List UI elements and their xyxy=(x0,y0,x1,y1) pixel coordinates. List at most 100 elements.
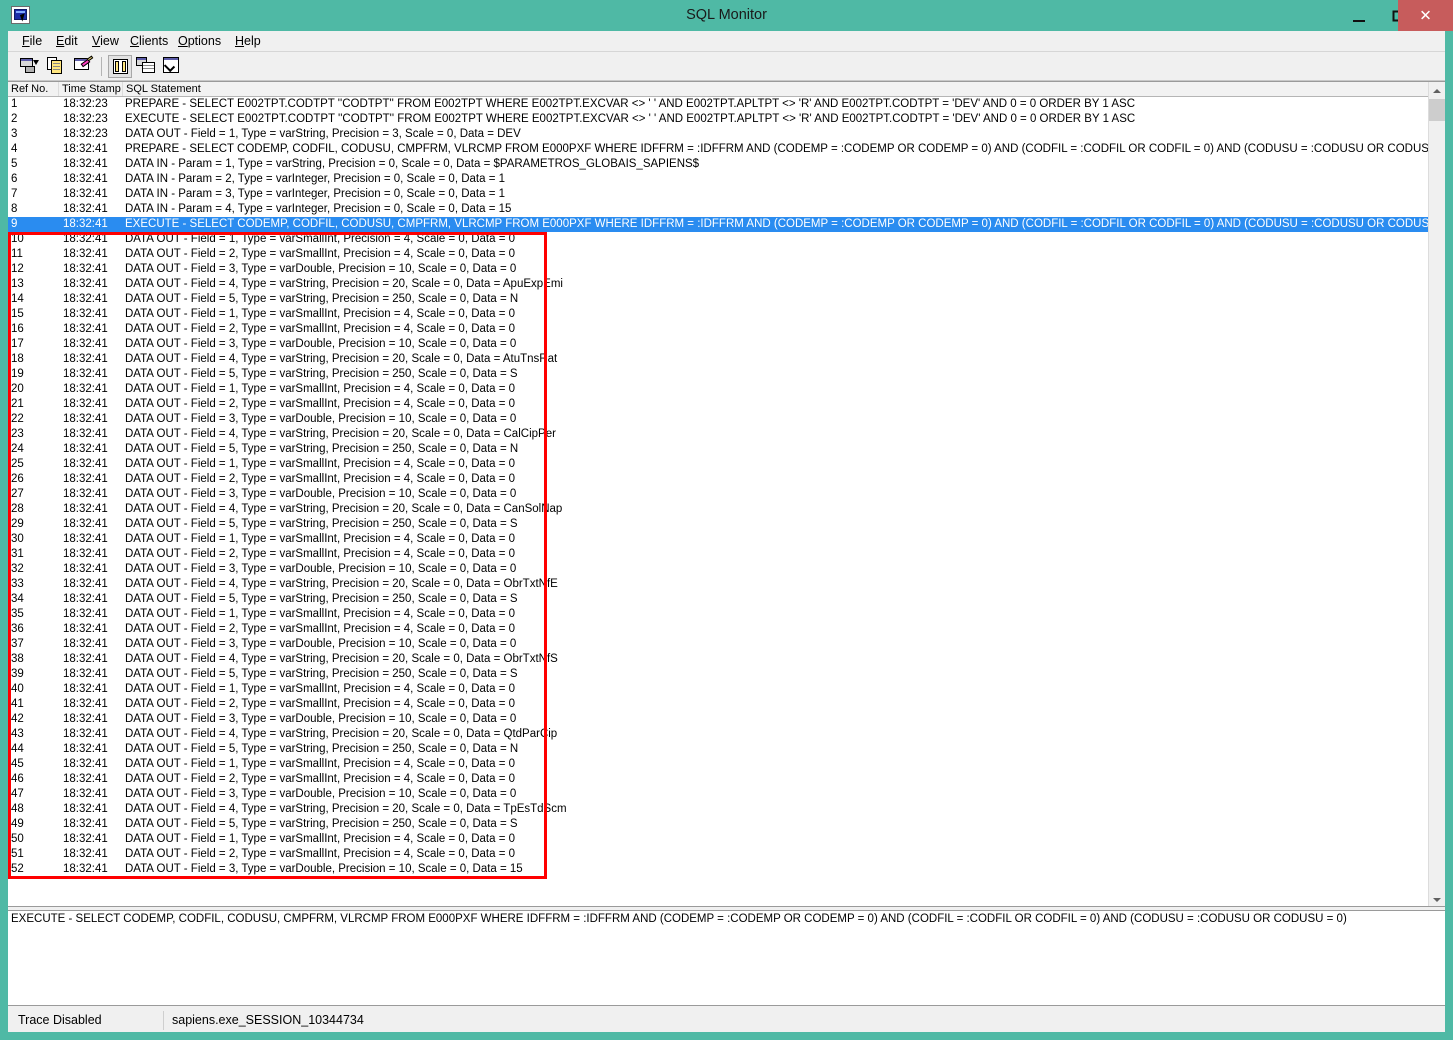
menu-item-options[interactable]: Options xyxy=(170,31,229,51)
table-row[interactable]: 26 18:32:41 DATA OUT - Field = 2, Type = v… xyxy=(8,472,1433,487)
table-row[interactable]: 48 18:32:41 DATA OUT - Field = 4, Type = v… xyxy=(8,802,1433,817)
cell-time-stamp: 18:32:41 xyxy=(63,263,108,275)
scrollbar-thumb[interactable] xyxy=(1429,99,1445,121)
menu-item-clients[interactable]: Clients xyxy=(122,31,176,51)
table-row[interactable]: 32 18:32:41 DATA OUT - Field = 3, Type = v… xyxy=(8,562,1433,577)
table-row[interactable]: 20 18:32:41 DATA OUT - Field = 1, Type = v… xyxy=(8,382,1433,397)
cell-ref-no: 5 xyxy=(11,158,18,170)
table-row[interactable]: 27 18:32:41 DATA OUT - Field = 3, Type = v… xyxy=(8,487,1433,502)
grid-rows[interactable]: 1 18:32:23 PREPARE - SELECT E002TPT.CODTPT… xyxy=(8,97,1433,906)
table-row[interactable]: 1 18:32:23 PREPARE - SELECT E002TPT.CODTPT… xyxy=(8,97,1433,112)
table-row[interactable]: 43 18:32:41 DATA OUT - Field = 4, Type = v… xyxy=(8,727,1433,742)
cell-sql-statement: DATA OUT - Field = 4, Type = varString, … xyxy=(125,353,558,365)
table-row[interactable]: 15 18:32:41 DATA OUT - Field = 1, Type = v… xyxy=(8,307,1433,322)
table-row[interactable]: 12 18:32:41 DATA OUT - Field = 3, Type = v… xyxy=(8,262,1433,277)
table-row[interactable]: 28 18:32:41 DATA OUT - Field = 4, Type = v… xyxy=(8,502,1433,517)
table-row[interactable]: 37 18:32:41 DATA OUT - Field = 3, Type = v… xyxy=(8,637,1433,652)
table-row[interactable]: 44 18:32:41 DATA OUT - Field = 5, Type = v… xyxy=(8,742,1433,757)
save-to-file-button[interactable] xyxy=(18,55,42,78)
table-row[interactable]: 33 18:32:41 DATA OUT - Field = 4, Type = v… xyxy=(8,577,1433,592)
cell-time-stamp: 18:32:41 xyxy=(63,173,108,185)
table-row[interactable]: 45 18:32:41 DATA OUT - Field = 1, Type = v… xyxy=(8,757,1433,772)
status-session: sapiens.exe_SESSION_10344734 xyxy=(172,1013,364,1027)
table-row[interactable]: 17 18:32:41 DATA OUT - Field = 3, Type = v… xyxy=(8,337,1433,352)
table-row[interactable]: 25 18:32:41 DATA OUT - Field = 1, Type = v… xyxy=(8,457,1433,472)
table-row[interactable]: 23 18:32:41 DATA OUT - Field = 4, Type = v… xyxy=(8,427,1433,442)
table-row[interactable]: 13 18:32:41 DATA OUT - Field = 4, Type = v… xyxy=(8,277,1433,292)
cell-ref-no: 2 xyxy=(11,113,18,125)
table-row[interactable]: 16 18:32:41 DATA OUT - Field = 2, Type = v… xyxy=(8,322,1433,337)
table-row[interactable]: 50 18:32:41 DATA OUT - Field = 1, Type = v… xyxy=(8,832,1433,847)
menu-bar: File Edit View Clients Options Help xyxy=(8,31,1445,52)
table-row[interactable]: 38 18:32:41 DATA OUT - Field = 4, Type = v… xyxy=(8,652,1433,667)
scroll-up-button[interactable] xyxy=(1429,82,1445,99)
pause-icon xyxy=(111,58,131,76)
copy-button[interactable] xyxy=(45,55,69,78)
cell-sql-statement: DATA OUT - Field = 2, Type = varSmallInt… xyxy=(125,623,516,635)
grid-vertical-scrollbar[interactable] xyxy=(1428,82,1445,906)
scroll-down-button[interactable] xyxy=(1429,891,1445,906)
checklist-button[interactable] xyxy=(160,55,184,78)
clear-button[interactable] xyxy=(72,55,96,78)
status-trace-state: Trace Disabled xyxy=(12,1011,164,1030)
table-row[interactable]: 7 18:32:41 DATA IN - Param = 3, Type = var… xyxy=(8,187,1433,202)
table-row[interactable]: 46 18:32:41 DATA OUT - Field = 2, Type = v… xyxy=(8,772,1433,787)
table-row[interactable]: 11 18:32:41 DATA OUT - Field = 2, Type = v… xyxy=(8,247,1433,262)
cell-ref-no: 38 xyxy=(11,653,24,665)
cell-time-stamp: 18:32:41 xyxy=(63,758,108,770)
table-row[interactable]: 9 18:32:41 EXECUTE - SELECT CODEMP, CODFIL… xyxy=(8,217,1433,232)
table-row[interactable]: 3 18:32:23 DATA OUT - Field = 1, Type = va… xyxy=(8,127,1433,142)
cell-sql-statement: DATA OUT - Field = 2, Type = varSmallInt… xyxy=(125,773,516,785)
table-row[interactable]: 36 18:32:41 DATA OUT - Field = 2, Type = v… xyxy=(8,622,1433,637)
table-row[interactable]: 51 18:32:41 DATA OUT - Field = 2, Type = v… xyxy=(8,847,1433,862)
table-row[interactable]: 5 18:32:41 DATA IN - Param = 1, Type = var… xyxy=(8,157,1433,172)
table-row[interactable]: 2 18:32:23 EXECUTE - SELECT E002TPT.CODTPT… xyxy=(8,112,1433,127)
cell-sql-statement: DATA OUT - Field = 2, Type = varSmallInt… xyxy=(125,548,516,560)
cell-time-stamp: 18:32:41 xyxy=(63,413,108,425)
table-row[interactable]: 19 18:32:41 DATA OUT - Field = 5, Type = v… xyxy=(8,367,1433,382)
cell-time-stamp: 18:32:41 xyxy=(63,638,108,650)
menu-item-view[interactable]: View xyxy=(84,31,127,51)
table-row[interactable]: 47 18:32:41 DATA OUT - Field = 3, Type = v… xyxy=(8,787,1433,802)
table-row[interactable]: 10 18:32:41 DATA OUT - Field = 1, Type = v… xyxy=(8,232,1433,247)
cell-ref-no: 7 xyxy=(11,188,18,200)
table-row[interactable]: 30 18:32:41 DATA OUT - Field = 1, Type = v… xyxy=(8,532,1433,547)
table-row[interactable]: 8 18:32:41 DATA IN - Param = 4, Type = var… xyxy=(8,202,1433,217)
window-list-button[interactable] xyxy=(134,55,158,78)
table-row[interactable]: 35 18:32:41 DATA OUT - Field = 1, Type = v… xyxy=(8,607,1433,622)
table-row[interactable]: 14 18:32:41 DATA OUT - Field = 5, Type = v… xyxy=(8,292,1433,307)
column-header-sql-statement[interactable]: SQL Statement xyxy=(123,82,1433,96)
menu-item-edit[interactable]: Edit xyxy=(48,31,86,51)
table-row[interactable]: 6 18:32:41 DATA IN - Param = 2, Type = var… xyxy=(8,172,1433,187)
client-area: File Edit View Clients Options Help Ref … xyxy=(8,31,1445,1009)
table-row[interactable]: 18 18:32:41 DATA OUT - Field = 4, Type = v… xyxy=(8,352,1433,367)
table-row[interactable]: 21 18:32:41 DATA OUT - Field = 2, Type = v… xyxy=(8,397,1433,412)
table-row[interactable]: 22 18:32:41 DATA OUT - Field = 3, Type = v… xyxy=(8,412,1433,427)
table-row[interactable]: 52 18:32:41 DATA OUT - Field = 3, Type = v… xyxy=(8,862,1433,877)
title-bar[interactable]: SQL Monitor ✕ xyxy=(0,0,1453,31)
table-row[interactable]: 4 18:32:41 PREPARE - SELECT CODEMP, CODFIL… xyxy=(8,142,1433,157)
cell-sql-statement: DATA IN - Param = 3, Type = varInteger, … xyxy=(125,188,506,200)
table-row[interactable]: 24 18:32:41 DATA OUT - Field = 5, Type = v… xyxy=(8,442,1433,457)
sql-statement-grid[interactable]: Ref No. Time Stamp SQL Statement 1 18:32:… xyxy=(8,81,1445,907)
cell-sql-statement: DATA OUT - Field = 3, Type = varDouble, … xyxy=(125,488,517,500)
table-row[interactable]: 39 18:32:41 DATA OUT - Field = 5, Type = v… xyxy=(8,667,1433,682)
menu-item-file[interactable]: File xyxy=(14,31,50,51)
table-row[interactable]: 34 18:32:41 DATA OUT - Field = 5, Type = v… xyxy=(8,592,1433,607)
pause-button[interactable] xyxy=(108,55,132,78)
menu-item-help[interactable]: Help xyxy=(227,31,269,51)
cell-sql-statement: DATA OUT - Field = 2, Type = varSmallInt… xyxy=(125,398,516,410)
cell-ref-no: 17 xyxy=(11,338,24,350)
minimize-icon xyxy=(1352,19,1365,22)
table-row[interactable]: 29 18:32:41 DATA OUT - Field = 5, Type = v… xyxy=(8,517,1433,532)
table-row[interactable]: 31 18:32:41 DATA OUT - Field = 2, Type = v… xyxy=(8,547,1433,562)
column-header-time-stamp[interactable]: Time Stamp xyxy=(59,82,123,96)
minimize-button[interactable] xyxy=(1337,0,1380,31)
table-row[interactable]: 41 18:32:41 DATA OUT - Field = 2, Type = v… xyxy=(8,697,1433,712)
statement-detail-pane[interactable]: EXECUTE - SELECT CODEMP, CODFIL, CODUSU,… xyxy=(8,910,1445,1006)
table-row[interactable]: 40 18:32:41 DATA OUT - Field = 1, Type = v… xyxy=(8,682,1433,697)
table-row[interactable]: 49 18:32:41 DATA OUT - Field = 5, Type = v… xyxy=(8,817,1433,832)
table-row[interactable]: 42 18:32:41 DATA OUT - Field = 3, Type = v… xyxy=(8,712,1433,727)
close-button[interactable]: ✕ xyxy=(1398,0,1453,31)
column-header-ref-no[interactable]: Ref No. xyxy=(8,82,59,96)
